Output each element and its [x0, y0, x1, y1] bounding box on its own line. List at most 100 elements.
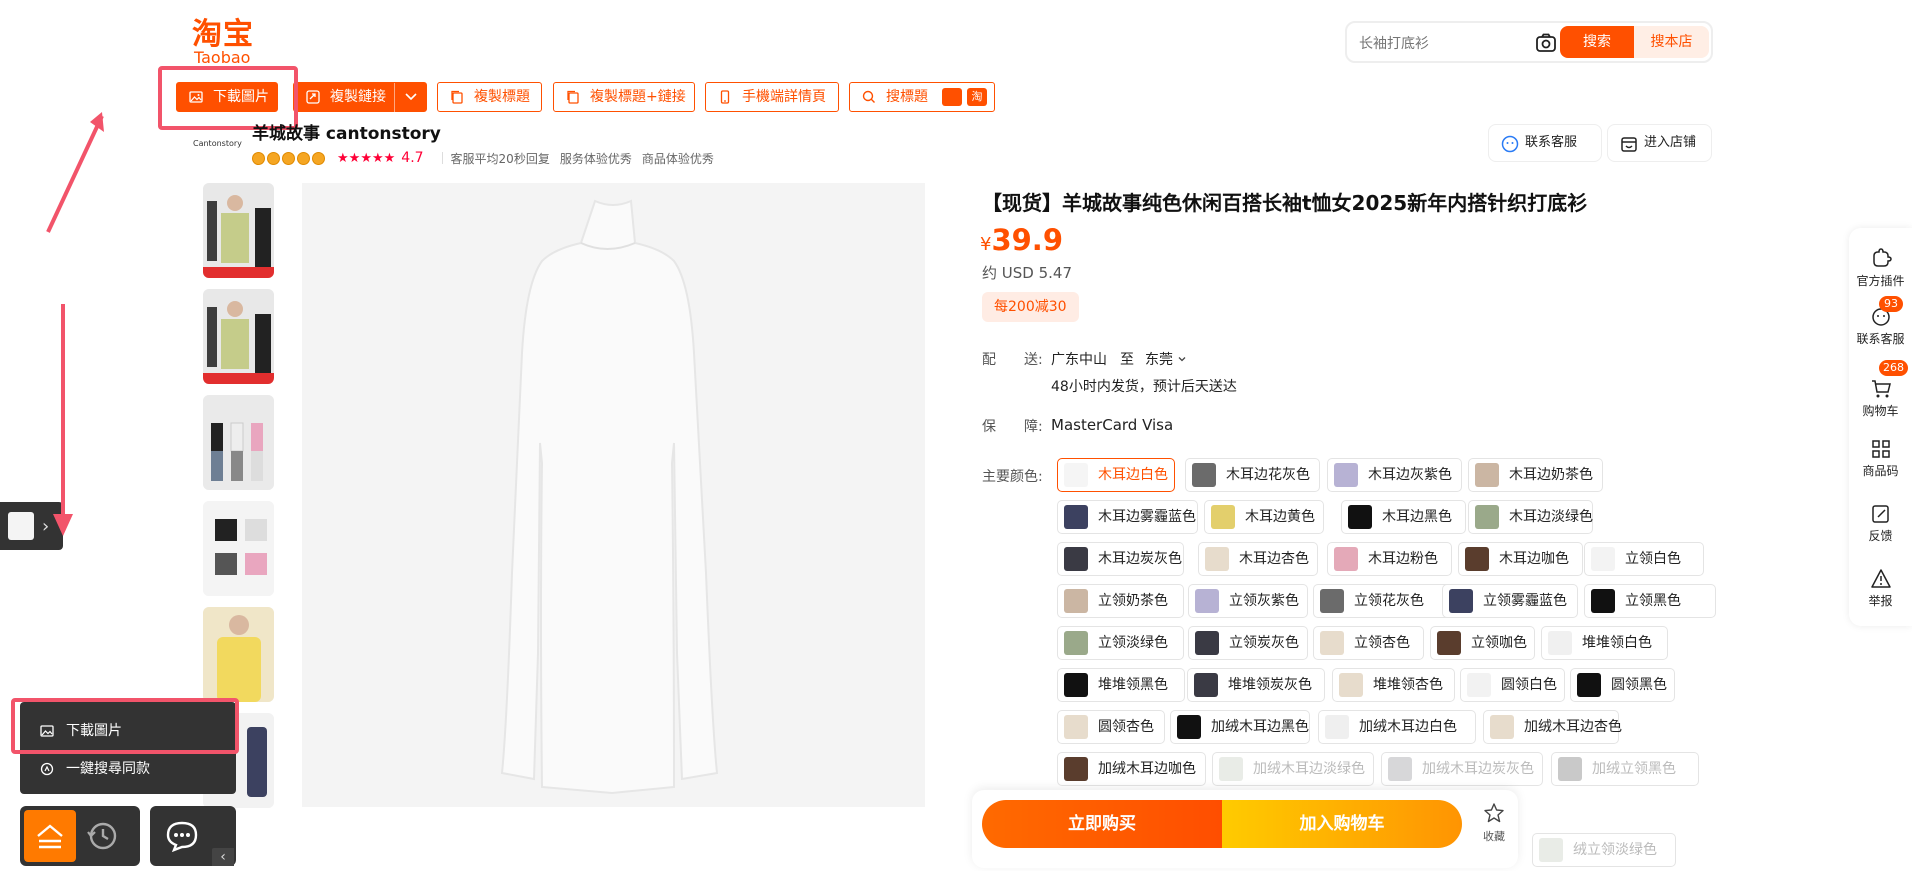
right-sidebar: 官方插件 联系客服 93 购物车 268 商品码 反馈 举报 — [1849, 228, 1912, 626]
color-swatch-option[interactable]: 立领杏色 — [1313, 626, 1424, 660]
color-swatch-label: 木耳边白色 — [1098, 467, 1168, 483]
color-swatch-option[interactable]: 木耳边黄色 — [1204, 500, 1324, 534]
color-swatch-option[interactable]: 立领雾霾蓝色 — [1442, 584, 1578, 618]
color-swatch-option[interactable]: 加绒木耳边淡绿色 — [1212, 752, 1374, 786]
shipping-from: 广东中山 — [1051, 352, 1107, 368]
chat-widget[interactable]: ‹ — [150, 806, 236, 866]
color-swatch-option[interactable]: 加绒木耳边黑色 — [1170, 710, 1310, 744]
color-swatch-option[interactable]: 圆领黑色 — [1570, 668, 1675, 702]
color-swatch-option[interactable]: 立领白色 — [1584, 542, 1704, 576]
contact-service-label: 联系客服 — [1525, 135, 1578, 150]
color-swatch-option[interactable]: 堆堆领黑色 — [1057, 668, 1185, 702]
gallery-thumbnail-5[interactable] — [203, 607, 274, 702]
color-swatch-label: 木耳边雾霾蓝色 — [1098, 509, 1196, 525]
logo-en-text: Taobao — [194, 48, 251, 67]
shipping-destination-dropdown[interactable]: 东莞 — [1145, 349, 1187, 369]
color-swatch-option[interactable]: 木耳边黑色 — [1341, 500, 1466, 534]
color-swatch-label: 圆领白色 — [1501, 677, 1557, 693]
crown-icon — [267, 151, 280, 165]
color-swatch-option[interactable]: 木耳边白色 — [1057, 458, 1175, 492]
color-swatch-thumbnail — [1539, 838, 1563, 862]
color-swatch-option[interactable]: 木耳边咖色 — [1458, 542, 1583, 576]
copy-title-button[interactable]: 複製標題 — [437, 82, 542, 112]
taobao-logo[interactable]: 淘宝 Taobao — [192, 20, 262, 67]
color-swatch-option[interactable]: 木耳边炭灰色 — [1057, 542, 1184, 576]
gallery-thumbnail-1[interactable] — [203, 183, 274, 278]
color-swatch-label: 木耳边炭灰色 — [1098, 551, 1182, 567]
gallery-thumbnail-3[interactable] — [203, 395, 274, 490]
contact-service-button[interactable]: 联系客服 — [1488, 124, 1602, 162]
cart-icon — [1871, 380, 1891, 398]
product-thumbnail-image — [203, 289, 274, 384]
color-swatch-option[interactable]: 加绒木耳边咖色 — [1057, 752, 1206, 786]
tmall-badge-icon[interactable] — [942, 88, 962, 106]
product-thumbnail-image — [203, 607, 274, 702]
main-product-image[interactable] — [302, 183, 925, 807]
search-button[interactable]: 搜索 — [1560, 26, 1634, 58]
color-swatch-option[interactable]: 立领灰紫色 — [1188, 584, 1308, 618]
color-swatch-thumbnail — [1467, 673, 1491, 697]
color-swatch-option[interactable]: 立领奶茶色 — [1057, 584, 1184, 618]
color-swatch-option[interactable]: 堆堆领炭灰色 — [1187, 668, 1325, 702]
color-swatch-option[interactable]: 堆堆领杏色 — [1332, 668, 1455, 702]
copy-link-dropdown[interactable] — [394, 83, 426, 113]
color-swatch-option[interactable]: 立领黑色 — [1584, 584, 1716, 618]
sidebar-item-contact-service[interactable]: 联系客服 — [1849, 306, 1912, 347]
gallery-thumbnail-4[interactable] — [203, 501, 274, 596]
chevron-down-icon — [405, 93, 417, 101]
copy-title-link-button[interactable]: 複製標題+鏈接 — [553, 82, 695, 112]
color-swatch-option[interactable]: 加绒木耳边白色 — [1318, 710, 1476, 744]
color-swatch-label: 立领灰紫色 — [1229, 593, 1299, 609]
color-swatch-option[interactable]: 加绒木耳边杏色 — [1483, 710, 1622, 744]
gallery-thumbnail-2[interactable] — [203, 289, 274, 384]
taobao-badge-icon[interactable]: 淘 — [967, 88, 987, 106]
color-swatch-option[interactable]: 木耳边花灰色 — [1185, 458, 1320, 492]
color-swatch-option[interactable]: 木耳边粉色 — [1327, 542, 1452, 576]
buy-now-button[interactable]: 立即购买 — [982, 800, 1222, 848]
shop-logo[interactable]: Cantonstory — [193, 132, 242, 156]
coupon-badge[interactable]: 每200减30 — [982, 292, 1079, 322]
chevron-left-icon[interactable]: ‹ — [212, 848, 234, 866]
price-currency: ¥ — [980, 234, 992, 255]
color-swatch-label: 木耳边灰紫色 — [1368, 467, 1452, 483]
color-swatch-option[interactable]: 堆堆领白色 — [1541, 626, 1668, 660]
color-swatch-option[interactable]: 木耳边淡绿色 — [1468, 500, 1593, 534]
copy-link-button[interactable]: 複製鏈接 — [293, 82, 427, 113]
color-swatch-option[interactable]: 绒立领淡绿色 — [1532, 833, 1676, 867]
color-swatch-option[interactable]: 立领咖色 — [1430, 626, 1535, 660]
shop-name[interactable]: 羊城故事 cantonstory — [252, 119, 441, 144]
color-swatch-option[interactable]: 圆领杏色 — [1057, 710, 1165, 744]
star-icon: ★ — [348, 150, 361, 166]
search-title-button[interactable]: 搜標題 淘 — [849, 82, 995, 112]
add-to-cart-button[interactable]: 加入购物车 — [1222, 800, 1462, 848]
favorite-button[interactable]: 收藏 — [1478, 802, 1510, 850]
color-swatch-option[interactable]: 加绒立领黑色 — [1551, 752, 1699, 786]
crown-icon — [282, 151, 295, 165]
color-swatch-option[interactable]: 加绒木耳边炭灰色 — [1381, 752, 1543, 786]
camera-icon[interactable] — [1534, 31, 1558, 55]
color-swatch-label: 立领炭灰色 — [1229, 635, 1299, 651]
product-thumbnail-image — [203, 501, 274, 596]
color-swatch-label: 木耳边黄色 — [1245, 509, 1315, 525]
mobile-details-button[interactable]: 手機端詳情頁 — [705, 82, 839, 112]
purchase-bar: 立即购买 加入购物车 收藏 — [972, 790, 1518, 868]
color-swatch-option[interactable]: 立领炭灰色 — [1188, 626, 1308, 660]
sidebar-item-cart[interactable]: 购物车 — [1849, 378, 1912, 419]
color-swatch-option[interactable]: 木耳边杏色 — [1198, 542, 1318, 576]
sidebar-item-feedback[interactable]: 反馈 — [1849, 503, 1912, 544]
annotation-arrow-up — [46, 112, 104, 233]
sidebar-item-official-plugin[interactable]: 官方插件 — [1849, 248, 1912, 289]
sidebar-item-product-code[interactable]: 商品码 — [1849, 438, 1912, 479]
color-swatch-option[interactable]: 木耳边雾霾蓝色 — [1057, 500, 1198, 534]
history-icon[interactable] — [84, 818, 120, 854]
color-swatch-option[interactable]: 木耳边灰紫色 — [1327, 458, 1462, 492]
enter-store-button[interactable]: 进入店铺 — [1607, 124, 1712, 162]
dock-home-button[interactable] — [24, 810, 76, 862]
search-store-button[interactable]: 搜本店 — [1634, 26, 1709, 58]
color-swatch-option[interactable]: 立领淡绿色 — [1057, 626, 1184, 660]
shop-meta-service: 服务体验优秀 — [559, 151, 632, 166]
sidebar-item-report[interactable]: 举报 — [1849, 568, 1912, 609]
popup-search-same[interactable]: 一鍵搜尋同款 — [20, 752, 236, 786]
color-swatch-option[interactable]: 木耳边奶茶色 — [1468, 458, 1603, 492]
color-swatch-option[interactable]: 圆领白色 — [1460, 668, 1565, 702]
